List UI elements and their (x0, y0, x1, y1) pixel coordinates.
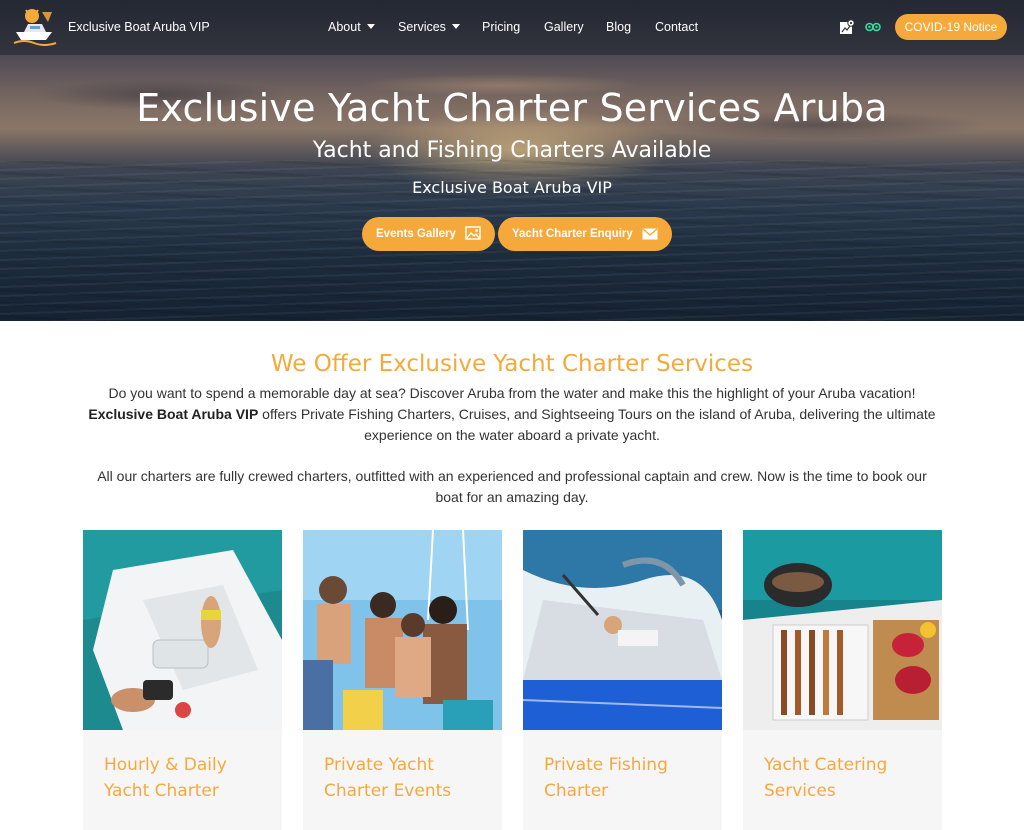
brand-name[interactable]: Exclusive Boat Aruba VIP (68, 20, 210, 34)
hero-brand: Exclusive Boat Aruba VIP (412, 178, 612, 197)
intro-text-a: Do you want to spend a memorable day at … (108, 385, 916, 401)
boat-logo-icon[interactable] (12, 6, 60, 48)
tripadvisor-icon[interactable] (865, 19, 881, 35)
events-gallery-label: Events Gallery (376, 228, 456, 240)
map-pin-icon[interactable] (839, 19, 855, 35)
nav-services-label: Services (398, 20, 446, 34)
party-crowd-photo[interactable] (303, 530, 502, 730)
intro-brand-bold: Exclusive Boat Aruba VIP (88, 406, 259, 422)
nav-services[interactable]: Services (398, 20, 460, 34)
card-private-fishing-charter[interactable]: Private Fishing Charter (523, 530, 722, 830)
gallery-icon (465, 226, 481, 240)
section-title: We Offer Exclusive Yacht Charter Service… (270, 351, 754, 377)
crew-paragraph: All our charters are fully crewed charte… (97, 468, 927, 505)
envelope-icon (642, 228, 658, 240)
covid-notice-button[interactable]: COVID-19 Notice (895, 14, 1007, 40)
card-title[interactable]: Private Fishing Charter (544, 752, 704, 804)
yacht-charter-enquiry-label: Yacht Charter Enquiry (512, 228, 633, 240)
chevron-down-icon (366, 24, 375, 29)
yacht-charter-enquiry-button[interactable]: Yacht Charter Enquiry (498, 217, 672, 251)
nav-about-label: About (328, 20, 361, 34)
nav-gallery[interactable]: Gallery (544, 20, 584, 34)
intro-paragraph: Do you want to spend a memorable day at … (82, 383, 942, 446)
card-private-yacht-events[interactable]: Private Yacht Charter Events (303, 530, 502, 830)
chevron-down-icon (451, 24, 460, 29)
card-title[interactable]: Hourly & Daily Yacht Charter (104, 752, 264, 804)
events-gallery-button[interactable]: Events Gallery (362, 217, 496, 251)
nav-contact[interactable]: Contact (655, 20, 698, 34)
nav-about[interactable]: About (328, 20, 375, 34)
top-navbar: Exclusive Boat Aruba VIP About Services … (0, 0, 1024, 55)
card-hourly-daily-charter[interactable]: Hourly & Daily Yacht Charter (83, 530, 282, 830)
fishing-catch-photo[interactable] (523, 530, 722, 730)
card-yacht-catering[interactable]: Yacht Catering Services (743, 530, 942, 830)
card-title[interactable]: Yacht Catering Services (764, 752, 924, 804)
card-title[interactable]: Private Yacht Charter Events (324, 752, 484, 804)
nav-pricing[interactable]: Pricing (482, 20, 520, 34)
nav-blog[interactable]: Blog (606, 20, 631, 34)
hero-subtitle: Yacht and Fishing Charters Available (312, 138, 712, 163)
bbq-food-photo[interactable] (743, 530, 942, 730)
yacht-deck-photo[interactable] (83, 530, 282, 730)
hero-title: Exclusive Yacht Charter Services Aruba (136, 86, 888, 130)
intro-text-b: offers Private Fishing Charters, Cruises… (258, 406, 936, 443)
